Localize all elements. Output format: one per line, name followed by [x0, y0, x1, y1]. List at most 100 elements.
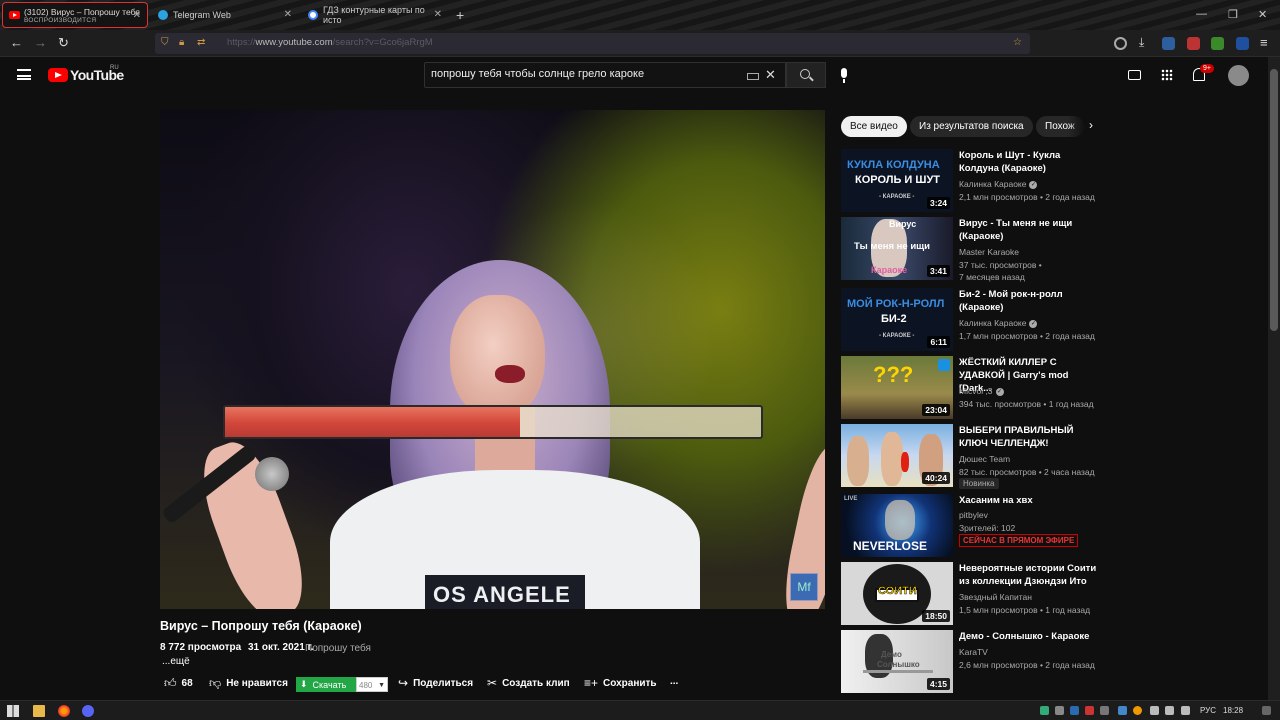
like-button[interactable]: 👍︎ 68	[164, 676, 193, 691]
youtube-logo-icon[interactable]	[48, 68, 68, 82]
hamburger-menu-icon[interactable]	[17, 69, 31, 80]
recommendation-channel[interactable]: Калинка Караоке ✓	[959, 179, 1038, 189]
save-button[interactable]: ≡+ Сохранить	[584, 676, 657, 690]
recommendation-title[interactable]: Невероятные истории Соити из коллекции Д…	[959, 562, 1099, 588]
create-video-icon[interactable]	[1128, 70, 1141, 80]
apps-grid-icon[interactable]	[1161, 69, 1173, 81]
tray-icon[interactable]	[1055, 706, 1064, 715]
search-input[interactable]	[431, 68, 741, 80]
pocket-icon[interactable]	[1114, 37, 1127, 50]
firefox-icon[interactable]	[58, 705, 70, 717]
address-bar[interactable]: ⛉ 🔒︎ ⇄ https://www.youtube.com/search?v=…	[155, 33, 1030, 54]
recommendation-channel[interactable]: Micvol ;3 ✓	[959, 386, 1004, 396]
input-language[interactable]: РУС	[1200, 706, 1216, 715]
download-helper-icon[interactable]	[1211, 37, 1224, 50]
video-thumbnail[interactable]: 40:24	[841, 424, 953, 487]
bookmark-star-icon[interactable]: ☆	[1013, 37, 1022, 48]
file-explorer-icon[interactable]	[33, 705, 45, 717]
recommendation-title[interactable]: Демо - Солнышко - Караоке	[959, 630, 1099, 643]
download-button[interactable]: ⬇ Скачать	[296, 677, 356, 692]
video-player[interactable]: OS ANGELE Mf	[160, 110, 825, 609]
search-button[interactable]	[786, 62, 826, 88]
tray-icon[interactable]	[1133, 706, 1142, 715]
downloads-icon[interactable]: ⤓	[1139, 35, 1144, 50]
video-thumbnail[interactable]: Демо Солнышко 4:15	[841, 630, 953, 693]
close-window-icon[interactable]: ✕	[1258, 8, 1267, 21]
video-thumbnail[interactable]: СОИТИ 18:50	[841, 562, 953, 625]
video-thumbnail[interactable]: МОЙ РОК-Н-РОЛЛ БИ-2 - КАРАОКЕ - 6:11	[841, 288, 953, 351]
recommendation-title[interactable]: Би-2 - Мой рок-н-ролл (Караоке)	[959, 288, 1099, 314]
shield-icon[interactable]: ⛉	[161, 37, 169, 48]
clear-search-icon[interactable]: ✕	[765, 67, 776, 83]
browser-tab-gdz[interactable]: ГДЗ контурные карты по исто ✕	[302, 2, 448, 28]
recommendation-item[interactable]: СОИТИ 18:50 Невероятные истории Соити из…	[841, 562, 1101, 625]
tray-icon[interactable]	[1100, 706, 1109, 715]
video-thumbnail[interactable]: LIVE NEVERLOSE	[841, 494, 953, 557]
page-scrollbar[interactable]	[1268, 57, 1280, 700]
vpn-extension-icon[interactable]	[1236, 37, 1249, 50]
volume-icon[interactable]	[1165, 706, 1174, 715]
new-tab-plus-icon[interactable]: +	[456, 7, 464, 23]
steam-icon[interactable]	[1070, 706, 1079, 715]
windows-start-icon[interactable]	[7, 705, 19, 717]
lock-icon[interactable]: 🔒︎	[179, 37, 184, 48]
recommendation-channel[interactable]: KaraTV	[959, 647, 988, 657]
recommendation-title[interactable]: Вирус - Ты меня не ищи (Караоке)	[959, 217, 1099, 243]
tray-icon[interactable]	[1040, 706, 1049, 715]
clock[interactable]: 18:28	[1223, 706, 1243, 715]
back-arrow-icon[interactable]: ←	[10, 35, 23, 50]
recommendation-channel[interactable]: pitbylev	[959, 510, 988, 520]
quality-select[interactable]: 480 ▼	[356, 677, 388, 692]
recommendation-item[interactable]: 40:24 ВЫБЕРИ ПРАВИЛЬНЫЙ КЛЮЧ ЧЕЛЛЕНДЖ! Д…	[841, 424, 1101, 489]
video-thumbnail[interactable]: Вирус Ты меня не ищи Караоке 3:41	[841, 217, 953, 280]
recommendation-item[interactable]: МОЙ РОК-Н-РОЛЛ БИ-2 - КАРАОКЕ - 6:11 Би-…	[841, 288, 1101, 351]
keyboard-icon[interactable]	[747, 73, 759, 80]
close-tab-icon[interactable]: ✕	[133, 10, 141, 21]
create-clip-button[interactable]: ✂ Создать клип	[487, 676, 570, 690]
recommendation-item[interactable]: LIVE NEVERLOSE Хасаним на хвх pitbylev З…	[841, 494, 1101, 557]
channel-watermark-icon[interactable]: Mf	[790, 573, 818, 601]
recommendation-title[interactable]: Хасаним на хвх	[959, 494, 1099, 507]
discord-icon[interactable]	[82, 705, 94, 717]
recommendation-title[interactable]: Король и Шут - Кукла Колдуна (Караоке)	[959, 149, 1099, 175]
video-channel-name[interactable]: Попрошу тебя	[305, 643, 371, 654]
close-tab-icon[interactable]: ✕	[284, 9, 292, 20]
chip-from-search[interactable]: Из результатов поиска	[910, 116, 1033, 137]
notifications-icon[interactable]	[1262, 706, 1271, 715]
recommendation-title[interactable]: ВЫБЕРИ ПРАВИЛЬНЫЙ КЛЮЧ ЧЕЛЛЕНДЖ!	[959, 424, 1099, 450]
browser-tab-telegram[interactable]: Telegram Web ✕	[152, 2, 298, 28]
recommendation-item[interactable]: КУКЛА КОЛДУНА КОРОЛЬ И ШУТ - КАРАОКЕ - 3…	[841, 149, 1101, 212]
chevron-right-icon[interactable]: ›	[1089, 118, 1093, 132]
recommendation-channel[interactable]: Master Karaoke	[959, 247, 1019, 257]
reload-icon[interactable]: ↻	[58, 35, 69, 51]
voice-search-icon[interactable]	[841, 68, 847, 83]
permissions-icon[interactable]: ⇄	[197, 37, 205, 48]
tray-icon[interactable]	[1085, 706, 1094, 715]
extension-icon[interactable]	[1187, 37, 1200, 50]
battery-icon[interactable]	[1181, 706, 1190, 715]
forward-arrow-icon[interactable]: →	[34, 35, 47, 50]
vk-extension-icon[interactable]	[1162, 37, 1175, 50]
more-actions-button[interactable]: ...	[670, 676, 678, 687]
network-icon[interactable]	[1150, 706, 1159, 715]
browser-tab-youtube[interactable]: (3102) Вирус – Попрошу тебя ВОСПРОИЗВОДИ…	[2, 2, 148, 28]
recommendation-channel[interactable]: Звездный Капитан	[959, 592, 1032, 602]
dislike-button[interactable]: 👎︎ Не нравится	[209, 676, 288, 691]
close-tab-icon[interactable]: ✕	[434, 9, 442, 20]
minimize-window-icon[interactable]: —	[1196, 8, 1207, 20]
recommendation-item[interactable]: Вирус Ты меня не ищи Караоке 3:41 Вирус …	[841, 217, 1101, 282]
search-box[interactable]: ✕	[424, 62, 786, 88]
recommendation-channel[interactable]: Дюшес Team	[959, 454, 1010, 464]
bluetooth-icon[interactable]	[1118, 706, 1127, 715]
recommendation-item[interactable]: ??? 23:04 ЖЁСТКИЙ КИЛЛЕР С УДАВКОЙ | Gar…	[841, 356, 1101, 419]
restore-window-icon[interactable]: ❐	[1228, 8, 1238, 21]
recommendation-item[interactable]: Демо Солнышко 4:15 Демо - Солнышко - Кар…	[841, 630, 1101, 693]
show-more-link[interactable]: ...ещё	[162, 656, 190, 667]
video-thumbnail[interactable]: КУКЛА КОЛДУНА КОРОЛЬ И ШУТ - КАРАОКЕ - 3…	[841, 149, 953, 212]
recommendation-channel[interactable]: Калинка Караоке ✓	[959, 318, 1038, 328]
menu-icon[interactable]: ≡	[1260, 35, 1268, 50]
video-thumbnail[interactable]: ??? 23:04	[841, 356, 953, 419]
share-button[interactable]: ↪ Поделиться	[398, 676, 473, 690]
scrollbar-thumb[interactable]	[1270, 69, 1278, 331]
avatar[interactable]	[1228, 65, 1249, 86]
